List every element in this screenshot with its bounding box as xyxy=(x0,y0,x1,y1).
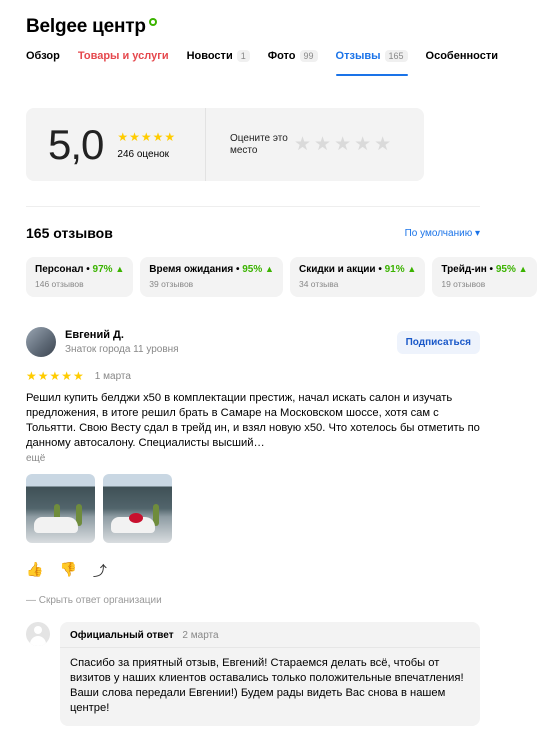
aspect-chip[interactable]: Персонал • 97% ▲ 146 отзывов xyxy=(26,257,134,297)
more-link[interactable]: ещё xyxy=(26,453,480,464)
tab-features[interactable]: Особенности xyxy=(426,50,498,68)
share-icon[interactable]: ⤴ xyxy=(93,561,107,581)
tab-count: 165 xyxy=(384,50,408,62)
verified-icon xyxy=(148,18,157,26)
aspect-percent: 91% xyxy=(384,264,405,275)
rating-stars: ★★★★★ xyxy=(117,129,177,144)
review-stars: ★★★★★ xyxy=(26,369,85,383)
tab-label: Отзывы xyxy=(335,50,381,62)
rate-place: Оцените это место ★★★★★ xyxy=(206,108,394,181)
like-icon[interactable]: 👍 xyxy=(26,561,43,581)
tab-label: Особенности xyxy=(425,50,498,62)
org-title: Belgee центр xyxy=(26,16,157,38)
answer-title: Официальный ответ xyxy=(70,630,174,641)
thumb-up-icon: ▲ xyxy=(265,264,274,274)
thumb-up-icon: ▲ xyxy=(518,264,528,274)
aspect-percent: 95% xyxy=(495,264,516,275)
aspect-chip[interactable]: Скидки и акции • 91% ▲ 34 отзыва xyxy=(289,257,426,297)
rate-stars-input[interactable]: ★★★★★ xyxy=(294,133,394,156)
tabs: Обзор Товары и услуги Новости 1 Фото 99 … xyxy=(26,50,516,76)
answer-date: 2 марта xyxy=(182,630,219,641)
reviews-header: 165 отзывов По умолчанию ▾ xyxy=(26,225,480,241)
tab-label: Фото xyxy=(267,50,296,62)
dislike-icon[interactable]: 👎 xyxy=(59,561,76,581)
avatar[interactable] xyxy=(26,327,56,357)
aspect-chips: Персонал • 97% ▲ 146 отзывов Время ожида… xyxy=(26,257,537,297)
aspect-percent: 95% xyxy=(242,264,263,275)
aspect-name: Скидки и акции xyxy=(298,264,376,275)
tab-label: Товары и услуги xyxy=(77,50,169,62)
author-level: Знаток города 11 уровня xyxy=(65,344,179,355)
aspect-reviews: 34 отзыва xyxy=(298,279,339,289)
aspect-chip[interactable]: Время ожидания • 95% ▲ 39 отзывов xyxy=(140,257,283,297)
aspect-reviews: 39 отзывов xyxy=(149,279,194,289)
tab-products[interactable]: Товары и услуги xyxy=(78,50,169,68)
review-date: 1 марта xyxy=(94,370,131,382)
subscribe-button[interactable]: Подписаться xyxy=(396,330,480,354)
tab-photos[interactable]: Фото 99 xyxy=(268,50,318,68)
aspect-chip[interactable]: Трейд-ин • 95% ▲ 19 отзывов xyxy=(432,257,537,297)
thumb-up-icon: ▲ xyxy=(115,264,125,274)
aspect-name: Персонал xyxy=(35,264,84,275)
bow-shape xyxy=(129,513,143,523)
rating-summary: 5,0 ★★★★★ 246 оценок xyxy=(26,108,206,181)
answer-text: Спасибо за приятный отзыв, Евгений! Стар… xyxy=(70,657,464,714)
thumb-up-icon: ▲ xyxy=(407,264,417,274)
tab-label: Новости xyxy=(186,50,233,62)
org-name: Belgee центр xyxy=(26,16,146,37)
author-name[interactable]: Евгений Д. xyxy=(65,329,179,341)
tab-news[interactable]: Новости 1 xyxy=(187,50,250,68)
tab-label: Обзор xyxy=(26,50,60,62)
aspect-reviews: 146 отзывов xyxy=(35,279,84,289)
tab-overview[interactable]: Обзор xyxy=(26,50,60,68)
aspect-reviews: 19 отзывов xyxy=(441,279,486,289)
review-photo[interactable] xyxy=(103,474,172,543)
aspect-name: Трейд-ин xyxy=(441,264,487,275)
org-avatar-icon xyxy=(26,622,50,646)
review-text: Решил купить белджи х50 в комплектации п… xyxy=(26,392,480,449)
tab-count: 99 xyxy=(299,50,318,62)
review-actions: 👍 👎 ⤴ xyxy=(26,561,480,581)
answer-bubble: Официальный ответ 2 марта Спасибо за при… xyxy=(60,622,480,726)
car-shape xyxy=(34,517,78,533)
review-photo[interactable] xyxy=(26,474,95,543)
sort-dropdown[interactable]: По умолчанию ▾ xyxy=(405,228,480,239)
review-card: Евгений Д. Знаток города 11 уровня Подпи… xyxy=(26,327,480,726)
aspect-name: Время ожидания xyxy=(149,264,234,275)
official-answer: Официальный ответ 2 марта Спасибо за при… xyxy=(26,622,480,726)
hide-answer-link[interactable]: — Скрыть ответ организации xyxy=(26,595,480,606)
tab-count: 1 xyxy=(236,50,250,62)
tab-reviews[interactable]: Отзывы 165 xyxy=(335,50,408,76)
header: Belgee центр xyxy=(26,16,157,38)
rating-card: 5,0 ★★★★★ 246 оценок Оцените это место ★… xyxy=(26,108,424,181)
rate-prompt: Оцените это место xyxy=(230,132,288,156)
rating-score: 5,0 xyxy=(48,120,104,168)
reviews-title: 165 отзывов xyxy=(26,225,113,241)
aspect-percent: 97% xyxy=(92,264,113,275)
ratings-count: 246 оценок xyxy=(117,148,170,160)
review-photos xyxy=(26,474,480,543)
divider xyxy=(26,206,480,207)
